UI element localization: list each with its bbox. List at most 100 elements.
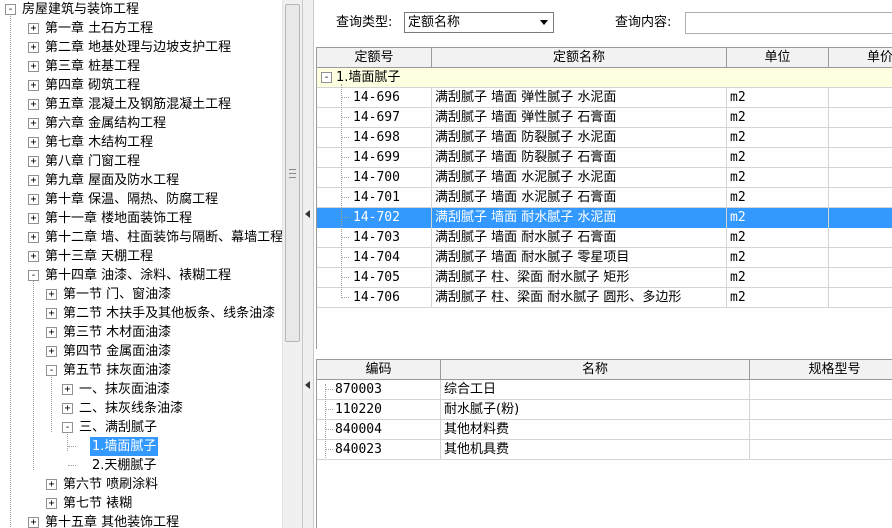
expand-icon[interactable]: +	[46, 479, 57, 490]
expand-icon[interactable]: +	[28, 23, 39, 34]
tree-item-chapter[interactable]: - 第十四章 油漆、涂料、裱糊工程	[0, 266, 282, 285]
tree-item-chapter[interactable]: + 第二章 地基处理与边坡支护工程	[0, 38, 282, 57]
code-cell[interactable]: 14-701	[317, 188, 432, 208]
tree-item-chapter[interactable]: + 第五章 混凝土及钢筋混凝土工程	[0, 95, 282, 114]
expand-icon[interactable]: +	[46, 327, 57, 338]
unit-cell[interactable]: m2	[727, 108, 829, 128]
price-cell[interactable]	[829, 108, 892, 128]
name-cell[interactable]: 满刮腻子 柱、梁面 耐水腻子 矩形	[432, 268, 727, 288]
table-row[interactable]: 14-704 满刮腻子 墙面 耐水腻子 零星项目 m2	[317, 248, 892, 268]
tree-item-chapter[interactable]: + 第十二章 墙、柱面装饰与隔断、幕墙工程	[0, 228, 282, 247]
tree-item-chapter[interactable]: + 第一章 土石方工程	[0, 19, 282, 38]
table-row[interactable]: 14-701 满刮腻子 墙面 水泥腻子 石膏面 m2	[317, 188, 892, 208]
price-cell[interactable]	[829, 148, 892, 168]
tree-item-section[interactable]: + 第三节 木材面油漆	[0, 323, 282, 342]
code-cell[interactable]: 14-702	[317, 208, 432, 228]
price-cell[interactable]	[829, 268, 892, 288]
name-cell[interactable]: 耐水腻子(粉)	[441, 400, 750, 420]
query-content-input[interactable]	[685, 12, 892, 34]
code-cell[interactable]: 14-700	[317, 168, 432, 188]
quota-table[interactable]: 定额号 定额名称 单位 单价 - 1.墙面腻子 14-696 满刮腻子 墙面 弹性…	[316, 47, 892, 349]
collapse-icon[interactable]: -	[321, 72, 332, 83]
table-row[interactable]: 14-703 满刮腻子 墙面 耐水腻子 石膏面 m2	[317, 228, 892, 248]
name-cell[interactable]: 综合工日	[441, 380, 750, 400]
name-cell[interactable]: 满刮腻子 墙面 耐水腻子 水泥面	[432, 208, 727, 228]
tree-item-section[interactable]: + 第四节 金属面油漆	[0, 342, 282, 361]
price-cell[interactable]	[829, 188, 892, 208]
column-header-spec[interactable]: 规格型号	[750, 360, 892, 380]
table-row[interactable]: 840023 其他机具费	[317, 440, 892, 460]
name-cell[interactable]: 满刮腻子 柱、梁面 耐水腻子 圆形、多边形	[432, 288, 727, 308]
tree-item-subsection[interactable]: - 三、满刮腻子	[0, 418, 282, 437]
column-header-code[interactable]: 定额号	[317, 48, 432, 68]
unit-cell[interactable]: m2	[727, 148, 829, 168]
tree-item-chapter[interactable]: + 第九章 屋面及防水工程	[0, 171, 282, 190]
expand-icon[interactable]: +	[62, 384, 73, 395]
tree-item-chapter[interactable]: + 第十三章 天棚工程	[0, 247, 282, 266]
collapse-icon[interactable]: -	[28, 270, 39, 281]
table-row[interactable]: 14-702 满刮腻子 墙面 耐水腻子 水泥面 m2	[317, 208, 892, 228]
table-row[interactable]: 14-698 满刮腻子 墙面 防裂腻子 水泥面 m2	[317, 128, 892, 148]
unit-cell[interactable]: m2	[727, 128, 829, 148]
price-cell[interactable]	[829, 168, 892, 188]
tree-item-chapter[interactable]: + 第十章 保温、隔热、防腐工程	[0, 190, 282, 209]
collapse-left-arrow-icon[interactable]	[305, 381, 310, 389]
unit-cell[interactable]: m2	[727, 288, 829, 308]
tree-item-section[interactable]: + 第一节 门、窗油漆	[0, 285, 282, 304]
spec-cell[interactable]	[750, 400, 892, 420]
expand-icon[interactable]: +	[46, 289, 57, 300]
name-cell[interactable]: 满刮腻子 墙面 防裂腻子 石膏面	[432, 148, 727, 168]
panel-splitter[interactable]	[302, 0, 314, 528]
query-type-select[interactable]: 定额名称	[404, 12, 554, 33]
unit-cell[interactable]: m2	[727, 188, 829, 208]
name-cell[interactable]: 满刮腻子 墙面 弹性腻子 石膏面	[432, 108, 727, 128]
expand-icon[interactable]: +	[62, 403, 73, 414]
expand-icon[interactable]: +	[28, 517, 39, 528]
expand-icon[interactable]: +	[46, 308, 57, 319]
spec-cell[interactable]	[750, 380, 892, 400]
name-cell[interactable]: 其他机具费	[441, 440, 750, 460]
spec-cell[interactable]	[750, 440, 892, 460]
code-cell[interactable]: 14-697	[317, 108, 432, 128]
name-cell[interactable]: 满刮腻子 墙面 弹性腻子 水泥面	[432, 88, 727, 108]
expand-icon[interactable]: +	[28, 61, 39, 72]
unit-cell[interactable]: m2	[727, 268, 829, 288]
collapse-icon[interactable]: -	[62, 422, 73, 433]
table-row[interactable]: 14-700 满刮腻子 墙面 水泥腻子 水泥面 m2	[317, 168, 892, 188]
expand-icon[interactable]: +	[28, 175, 39, 186]
resource-table[interactable]: 编码 名称 规格型号 870003 综合工日 110220 耐水腻子(粉) 840004…	[316, 359, 892, 528]
name-cell[interactable]: 满刮腻子 墙面 耐水腻子 零星项目	[432, 248, 727, 268]
code-cell[interactable]: 840023	[317, 440, 441, 460]
tree-item-chapter[interactable]: + 第十一章 楼地面装饰工程	[0, 209, 282, 228]
column-header-name[interactable]: 名称	[441, 360, 750, 380]
collapse-icon[interactable]: -	[5, 4, 16, 15]
tree-item-section[interactable]: + 第七节 裱糊	[0, 494, 282, 513]
tree-item-subsection[interactable]: + 二、抹灰线条油漆	[0, 399, 282, 418]
name-cell[interactable]: 其他材料费	[441, 420, 750, 440]
tree-item-chapter[interactable]: + 第六章 金属结构工程	[0, 114, 282, 133]
name-cell[interactable]: 满刮腻子 墙面 水泥腻子 水泥面	[432, 168, 727, 188]
expand-icon[interactable]: +	[28, 194, 39, 205]
group-row[interactable]: - 1.墙面腻子	[317, 68, 892, 88]
name-cell[interactable]: 满刮腻子 墙面 耐水腻子 石膏面	[432, 228, 727, 248]
tree-item-chapter[interactable]: + 第三章 桩基工程	[0, 57, 282, 76]
tree-scrollbar-thumb[interactable]	[285, 4, 300, 342]
tree-item-chapter[interactable]: + 第八章 门窗工程	[0, 152, 282, 171]
table-row[interactable]: 14-696 满刮腻子 墙面 弹性腻子 水泥面 m2	[317, 88, 892, 108]
code-cell[interactable]: 14-704	[317, 248, 432, 268]
name-cell[interactable]: 满刮腻子 墙面 水泥腻子 石膏面	[432, 188, 727, 208]
expand-icon[interactable]: +	[28, 232, 39, 243]
tree-item-subsection[interactable]: + 一、抹灰面油漆	[0, 380, 282, 399]
price-cell[interactable]	[829, 88, 892, 108]
table-row[interactable]: 840004 其他材料费	[317, 420, 892, 440]
dropdown-arrow-icon[interactable]	[540, 20, 548, 25]
tree-item-chapter[interactable]: + 第四章 砌筑工程	[0, 76, 282, 95]
price-cell[interactable]	[829, 228, 892, 248]
code-cell[interactable]: 14-706	[317, 288, 432, 308]
price-cell[interactable]	[829, 248, 892, 268]
column-header-unit[interactable]: 单位	[727, 48, 829, 68]
table-row[interactable]: 870003 综合工日	[317, 380, 892, 400]
expand-icon[interactable]: +	[28, 42, 39, 53]
tree-item-section[interactable]: + 第六节 喷刷涂料	[0, 475, 282, 494]
tree-item-leaf[interactable]: 1.墙面腻子	[0, 437, 282, 456]
